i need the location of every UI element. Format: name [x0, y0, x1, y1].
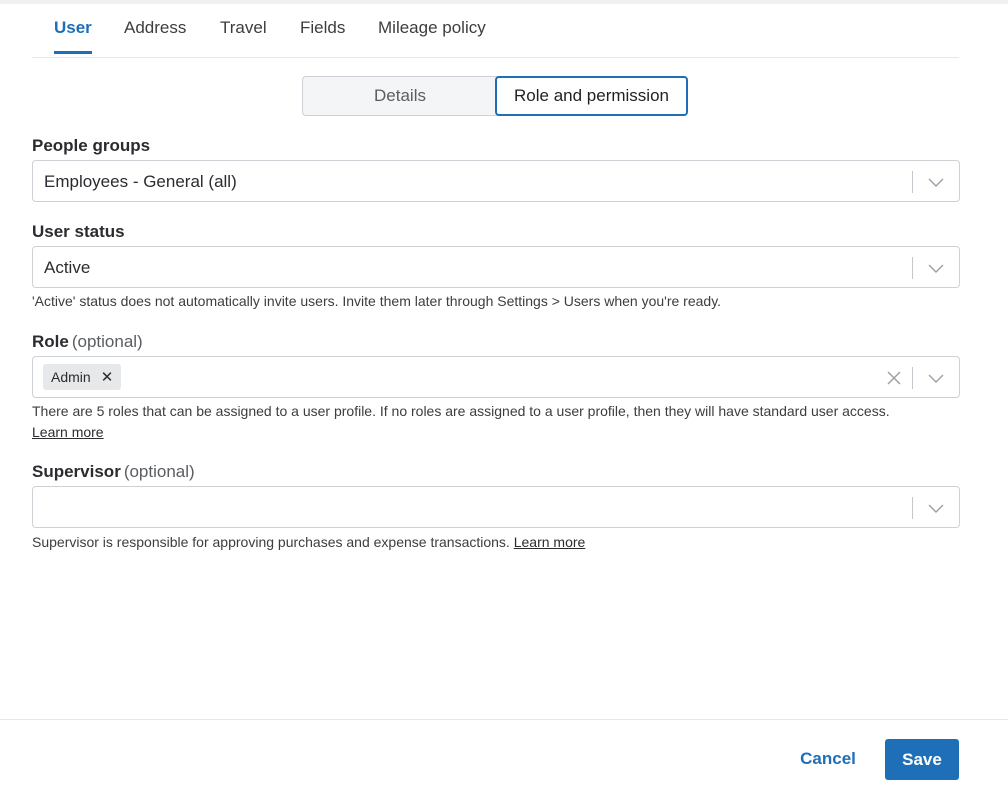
user-status-select[interactable]: Active — [32, 246, 960, 288]
supervisor-label-text: Supervisor — [32, 462, 121, 481]
role-label: Role (optional) — [32, 332, 143, 352]
tab-address[interactable]: Address — [124, 18, 186, 52]
tab-mileage-policy[interactable]: Mileage policy — [378, 18, 486, 52]
role-chip-admin: Admin ✕ — [43, 364, 122, 390]
user-status-help: 'Active' status does not automatically i… — [32, 293, 722, 309]
people-groups-select[interactable]: Employees - General (all) — [32, 160, 960, 202]
user-status-value: Active — [44, 258, 91, 277]
remove-chip-icon[interactable]: ✕ — [101, 368, 114, 386]
people-groups-label: People groups — [32, 136, 151, 155]
select-separator — [912, 367, 913, 389]
chevron-down-icon[interactable] — [927, 499, 945, 517]
tab-fields[interactable]: Fields — [300, 18, 345, 52]
supervisor-select[interactable] — [32, 486, 960, 528]
tab-travel[interactable]: Travel — [220, 18, 267, 52]
user-edit-page: User Address Travel Fields Mileage polic… — [0, 0, 1008, 790]
select-separator — [912, 257, 913, 279]
role-learn-more-link[interactable]: Learn more — [32, 424, 104, 440]
role-and-permission-segment[interactable]: Role and permission — [495, 76, 688, 116]
supervisor-label: Supervisor (optional) — [32, 462, 195, 482]
select-separator — [912, 497, 913, 519]
details-segment[interactable]: Details — [302, 76, 498, 116]
supervisor-help: Supervisor is responsible for approving … — [32, 534, 510, 550]
supervisor-help-wrap: Supervisor is responsible for approving … — [32, 534, 585, 550]
footer-divider — [0, 719, 1008, 720]
close-icon[interactable] — [885, 369, 903, 387]
role-multiselect[interactable]: Admin ✕ — [32, 356, 960, 398]
save-button[interactable]: Save — [885, 739, 959, 780]
people-groups-value: Employees - General (all) — [44, 172, 237, 191]
view-switcher: Details Role and permission — [302, 76, 688, 116]
supervisor-optional-text: (optional) — [123, 462, 195, 481]
supervisor-learn-more-link[interactable]: Learn more — [514, 534, 586, 550]
role-help: There are 5 roles that can be assigned t… — [32, 403, 890, 419]
tab-user[interactable]: User — [54, 18, 92, 54]
select-separator — [912, 171, 913, 193]
chevron-down-icon[interactable] — [927, 369, 945, 387]
role-chip-label: Admin — [51, 369, 91, 385]
role-optional-text: (optional) — [71, 332, 143, 351]
chevron-down-icon[interactable] — [927, 259, 945, 277]
role-label-text: Role — [32, 332, 69, 351]
user-status-label: User status — [32, 222, 125, 241]
cancel-button[interactable]: Cancel — [796, 739, 860, 779]
chevron-down-icon[interactable] — [927, 173, 945, 191]
role-learn-more-wrap: Learn more — [32, 424, 104, 440]
tab-bar: User Address Travel Fields Mileage polic… — [32, 0, 959, 58]
